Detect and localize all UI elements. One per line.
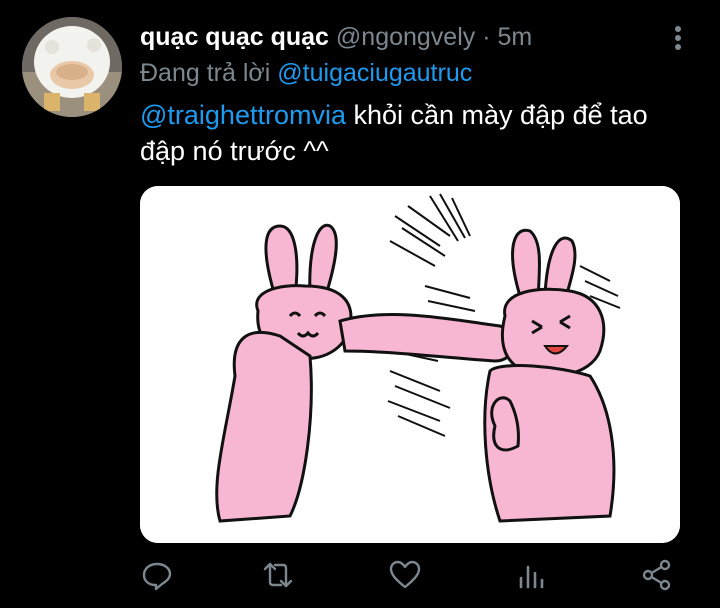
replying-prefix: Đang trả lời xyxy=(140,59,271,87)
more-vertical-icon[interactable] xyxy=(668,24,688,52)
tweet-header: quạc quạc quạc @ngongvely · 5m xyxy=(140,22,532,52)
user-handle[interactable]: @ngongvely xyxy=(336,23,475,51)
retweet-icon[interactable] xyxy=(261,558,295,592)
tweet-media-image[interactable] xyxy=(140,186,680,543)
avatar[interactable] xyxy=(22,17,122,117)
analytics-icon[interactable] xyxy=(515,558,549,592)
bunny-punch-illustration xyxy=(140,186,680,543)
replying-to-link[interactable]: @tuigaciugautruc xyxy=(277,59,472,87)
tweet-actions xyxy=(0,558,720,598)
display-name[interactable]: quạc quạc quạc xyxy=(140,23,329,51)
timestamp[interactable]: 5m xyxy=(498,23,533,51)
duck-avatar-image xyxy=(22,17,122,117)
tweet-text: @traighettromvia khỏi cần mày đập để tao… xyxy=(140,97,700,169)
separator-dot: · xyxy=(482,23,491,51)
share-icon[interactable] xyxy=(640,558,674,592)
replying-to-line: Đang trả lời @tuigaciugautruc xyxy=(140,58,472,88)
mention-link[interactable]: @traighettromvia xyxy=(140,100,346,130)
heart-icon[interactable] xyxy=(388,558,422,592)
reply-icon[interactable] xyxy=(140,558,174,592)
